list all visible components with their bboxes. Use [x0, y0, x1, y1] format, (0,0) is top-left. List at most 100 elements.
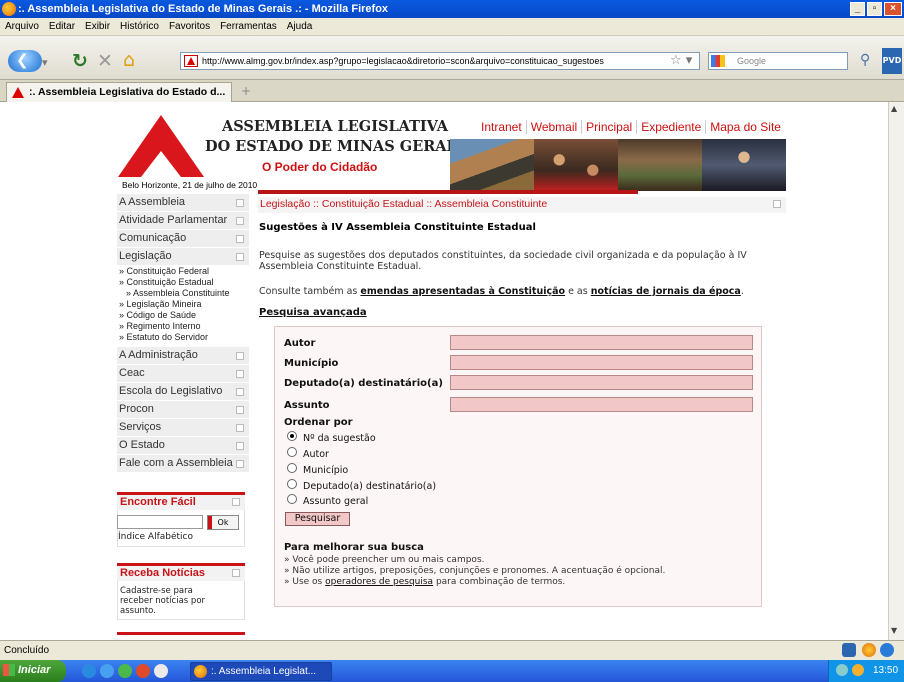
- expand-icon: [236, 370, 244, 378]
- reload-icon[interactable]: ↻: [72, 50, 88, 72]
- see-also-paragraph: Consulte também as emendas apresentadas …: [259, 286, 744, 297]
- menu-historico[interactable]: Histórico: [115, 18, 164, 36]
- back-button[interactable]: ❮: [8, 50, 42, 72]
- expand-icon: [236, 424, 244, 432]
- encontre-facil-title: Encontre Fácil: [117, 492, 245, 510]
- menu-exibir[interactable]: Exibir: [80, 18, 115, 36]
- order-label-numero: Nº da sugestão: [303, 433, 376, 444]
- sidebar-sub-estatuto-do-servidor[interactable]: » Estatuto do Servidor: [119, 332, 208, 342]
- sidebar-sub-assembleia-constituinte[interactable]: » Assembleia Constituinte: [126, 288, 230, 298]
- new-tab-button[interactable]: +: [236, 83, 256, 101]
- pesquisar-button[interactable]: Pesquisar: [285, 512, 350, 526]
- sidebar-item-procon[interactable]: Procon: [117, 401, 249, 419]
- header-divider: [258, 190, 638, 194]
- topnav-webmail[interactable]: Webmail: [525, 120, 582, 134]
- sidebar-item-comunicacao[interactable]: Comunicação: [117, 230, 249, 248]
- header-photo-strip: [450, 139, 786, 191]
- page-title: Sugestões à IV Assembleia Constituinte E…: [259, 222, 536, 233]
- sidebar-item-servicos[interactable]: Serviços: [117, 419, 249, 437]
- sidebar-item-escola-do-legislativo[interactable]: Escola do Legislativo: [117, 383, 249, 401]
- ordenar-por-label: Ordenar por: [284, 417, 353, 428]
- media-quicklaunch-icon[interactable]: [136, 664, 150, 678]
- topnav-principal[interactable]: Principal: [581, 120, 637, 134]
- pvd-icon[interactable]: PVD: [882, 48, 902, 74]
- noticias-link[interactable]: notícias de jornais da época: [591, 286, 741, 297]
- tray-alert-icon[interactable]: [852, 664, 864, 676]
- operadores-link[interactable]: operadores de pesquisa: [325, 577, 433, 587]
- header-photo-plenary: [618, 139, 702, 191]
- order-radio-deputado[interactable]: [287, 479, 297, 489]
- forward-dropdown-icon[interactable]: ▾: [42, 56, 58, 70]
- firefox-icon: [194, 665, 207, 678]
- sidebar-sub-constituicao-estadual[interactable]: » Constituição Estadual: [119, 277, 214, 287]
- pesquisa-avancada-link[interactable]: Pesquisa avançada: [259, 307, 367, 318]
- ie-quicklaunch-icon[interactable]: [82, 664, 96, 678]
- topnav-expediente[interactable]: Expediente: [636, 120, 706, 134]
- sidebar-item-o-estado[interactable]: O Estado: [117, 437, 249, 455]
- ie2-quicklaunch-icon[interactable]: [100, 664, 114, 678]
- emendas-link[interactable]: emendas apresentadas à Constituição: [360, 286, 565, 297]
- clock: 13:50: [873, 665, 899, 676]
- header-photo-session: [702, 139, 786, 191]
- deputado-input[interactable]: [450, 375, 753, 390]
- sidebar-sub-regimento-interno[interactable]: » Regimento Interno: [119, 321, 201, 331]
- sidebar-item-legislacao[interactable]: Legislação: [117, 248, 249, 266]
- minimize-button[interactable]: _: [850, 2, 865, 16]
- expand-icon: [236, 199, 244, 207]
- close-button[interactable]: ×: [884, 2, 902, 16]
- sidebar-item-a-administracao[interactable]: A Administração: [117, 347, 249, 365]
- sidebar-item-a-assembleia[interactable]: A Assembleia: [117, 194, 249, 212]
- taskbar-firefox-item[interactable]: :. Assembleia Legislat...: [190, 662, 332, 681]
- bookmark-star-icon[interactable]: ☆ ▾: [670, 53, 692, 68]
- maximize-button[interactable]: ▫: [867, 2, 882, 16]
- menu-favoritos[interactable]: Favoritos: [164, 18, 215, 36]
- municipio-input[interactable]: [450, 355, 753, 370]
- sidebar-sub-legislacao-mineira[interactable]: » Legislação Mineira: [119, 299, 202, 309]
- menu-editar[interactable]: Editar: [44, 18, 80, 36]
- receba-noticias-text[interactable]: Cadastre-se para receber notícias por as…: [120, 586, 205, 616]
- menu-ajuda[interactable]: Ajuda: [282, 18, 318, 36]
- scroll-down-icon[interactable]: ▼: [891, 626, 902, 638]
- search-icon[interactable]: ⚲: [860, 52, 870, 68]
- autor-input[interactable]: [450, 335, 753, 350]
- pvd-status-icon[interactable]: [842, 643, 856, 657]
- order-radio-numero[interactable]: [287, 431, 297, 441]
- order-radio-autor[interactable]: [287, 447, 297, 457]
- expand-icon: [236, 442, 244, 450]
- window-title: :. Assembleia Legislativa do Estado de M…: [18, 3, 389, 15]
- expand-icon: [236, 235, 244, 243]
- assunto-input[interactable]: [450, 397, 753, 412]
- almg-logo[interactable]: [118, 115, 204, 177]
- topnav-mapa-do-site[interactable]: Mapa do Site: [705, 120, 785, 134]
- site-slogan: O Poder do Cidadão: [262, 160, 378, 174]
- url-bar[interactable]: http://www.almg.gov.br/index.asp?grupo=l…: [180, 52, 700, 70]
- scroll-up-icon[interactable]: ▲: [891, 104, 902, 116]
- encontre-facil-input[interactable]: [117, 515, 203, 529]
- home-icon[interactable]: ⌂: [123, 49, 135, 71]
- stop-icon[interactable]: ✕: [97, 50, 113, 72]
- search-box[interactable]: Google: [708, 52, 848, 70]
- breadcrumb: Legislação :: Constituição Estadual :: A…: [258, 197, 786, 213]
- indice-alfabetico-link[interactable]: Índice Alfabético: [118, 532, 193, 542]
- addon-status-icon[interactable]: [880, 643, 894, 657]
- sidebar-item-ceac[interactable]: Ceac: [117, 365, 249, 383]
- browser-tab[interactable]: :. Assembleia Legislativa do Estado d...: [6, 82, 232, 102]
- vertical-scrollbar[interactable]: ▲ ▼: [888, 102, 904, 640]
- receba-noticias-title: Receba Notícias: [117, 563, 245, 581]
- sidebar-sub-constituicao-federal[interactable]: » Constituição Federal: [119, 266, 209, 276]
- start-button[interactable]: Iniciar: [0, 660, 66, 682]
- firefox-status-icon[interactable]: [862, 643, 876, 657]
- sidebar-item-atividade-parlamentar[interactable]: Atividade Parlamentar: [117, 212, 249, 230]
- desktop-quicklaunch-icon[interactable]: [154, 664, 168, 678]
- menu-ferramentas[interactable]: Ferramentas: [215, 18, 282, 36]
- order-radio-assunto[interactable]: [287, 494, 297, 504]
- tray-network-icon[interactable]: [836, 664, 848, 676]
- order-radio-municipio[interactable]: [287, 463, 297, 473]
- messenger-quicklaunch-icon[interactable]: [118, 664, 132, 678]
- menu-arquivo[interactable]: Arquivo: [0, 18, 44, 36]
- sidebar-sub-codigo-de-saude[interactable]: » Código de Saúde: [119, 310, 196, 320]
- tip-2: » Não utilize artigos, preposições, conj…: [284, 566, 666, 576]
- encontre-facil-ok-button[interactable]: Ok: [207, 515, 239, 530]
- sidebar-item-fale-com-a-assembleia[interactable]: Fale com a Assembleia: [117, 455, 249, 473]
- topnav-intranet[interactable]: Intranet: [477, 120, 526, 134]
